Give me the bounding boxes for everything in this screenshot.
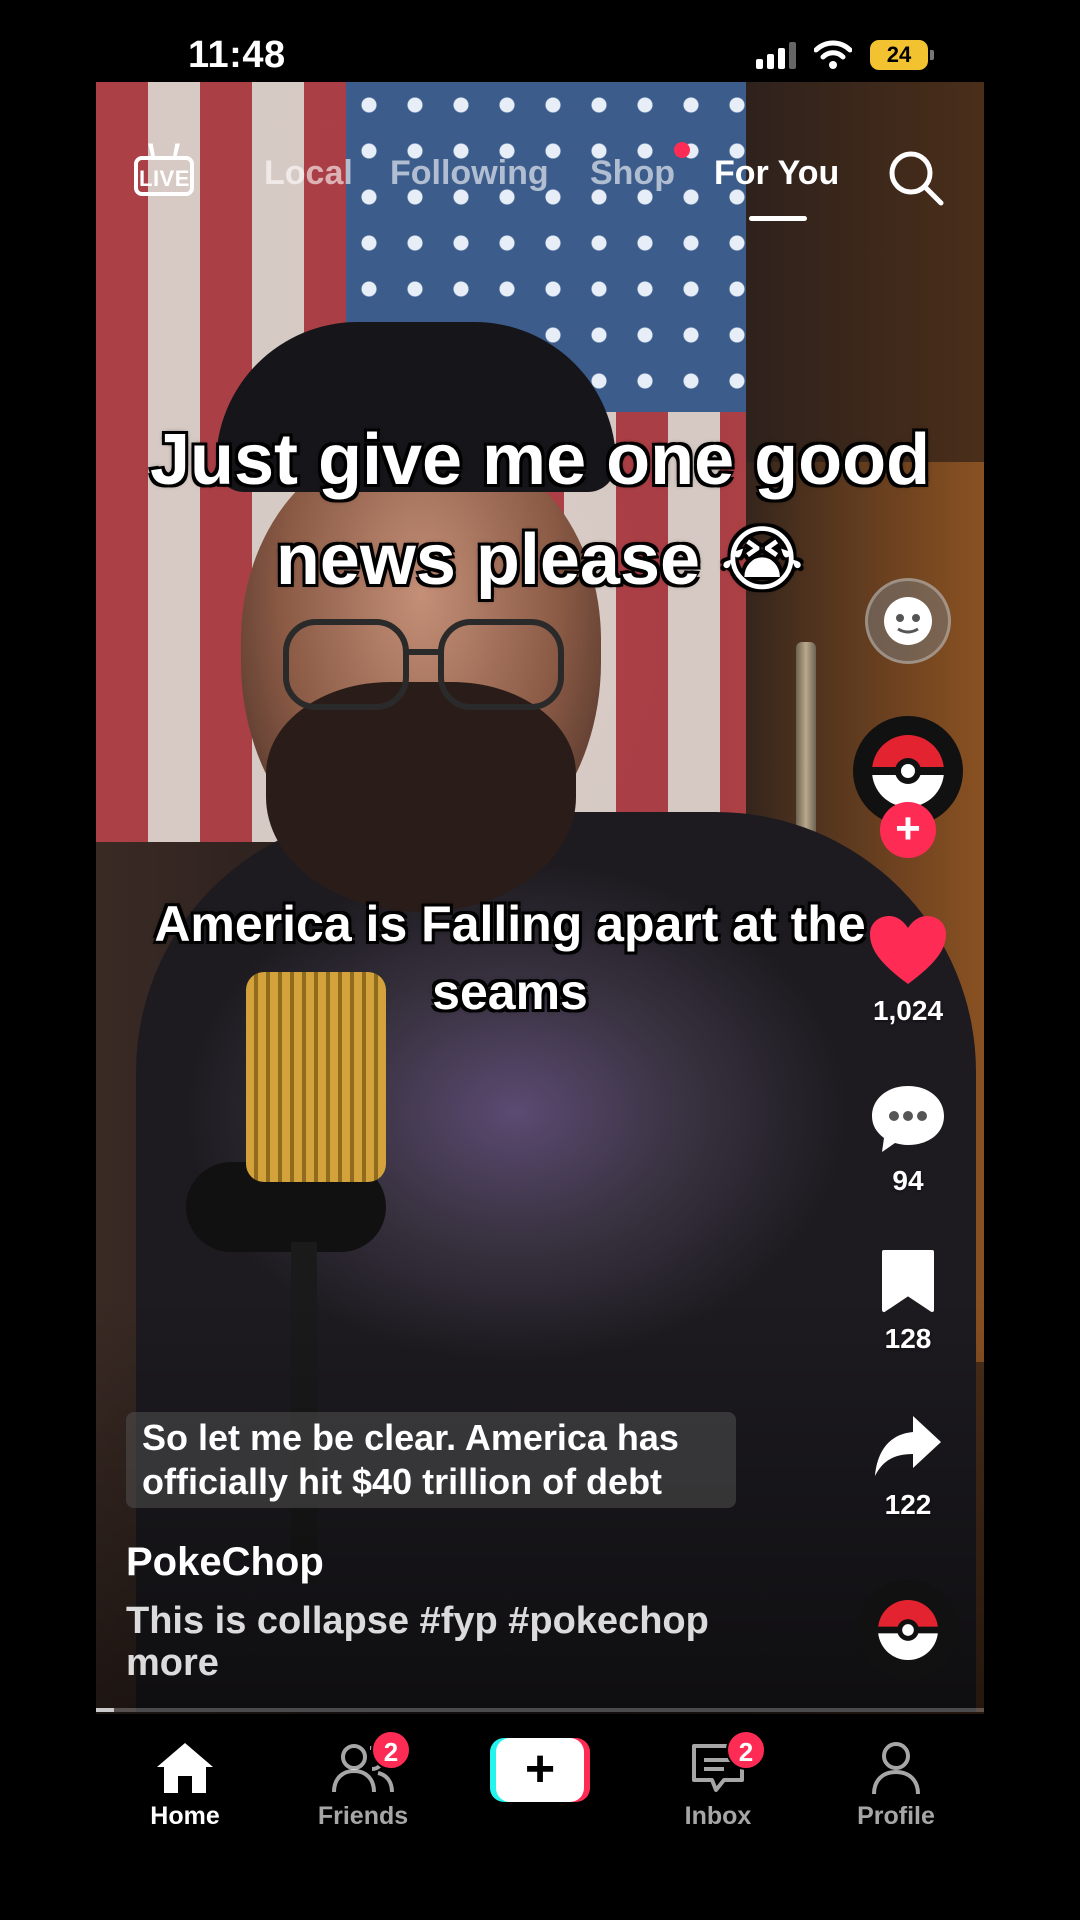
comment-icon [872,1086,944,1152]
bookmark-icon [882,1250,934,1312]
comment-button[interactable]: 94 [858,1082,958,1197]
more-link[interactable]: more [126,1642,766,1684]
creator-avatar-button[interactable]: + [853,716,963,858]
auto-subtitle: So let me be clear. America has official… [126,1412,736,1508]
video-description[interactable]: This is collapse #fyp #pokechop more [126,1600,766,1684]
description-text: This is collapse #fyp #pokechop [126,1600,709,1642]
save-count: 128 [884,1323,932,1354]
music-disc-icon [858,1580,958,1680]
tab-friends-label: Friends [317,1802,409,1830]
tab-inbox[interactable]: 2 Inbox [648,1730,788,1831]
live-icon[interactable]: LIVE [134,143,194,198]
search-icon[interactable] [886,148,946,208]
status-bar: 11:48 24 [0,0,1080,82]
sound-disc-button[interactable] [858,1580,958,1680]
tab-inbox-label: Inbox [684,1802,752,1830]
like-button[interactable]: 1,024 [858,914,958,1027]
home-icon [157,1743,213,1793]
create-button[interactable]: + [490,1738,590,1802]
tab-for-you[interactable]: For You [714,154,839,193]
tab-home-label: Home [150,1802,220,1830]
cellular-signal-icon [756,41,796,69]
video-caption-top: Just give me one good news please 😭 [149,420,931,600]
creator-username[interactable]: PokeChop [126,1540,324,1585]
status-icons: 24 [756,40,934,70]
battery-indicator: 24 [870,40,934,70]
share-count: 122 [884,1489,932,1520]
tab-local[interactable]: Local [264,154,353,193]
tab-profile-label: Profile [857,1802,935,1830]
plus-icon: + [496,1738,584,1802]
video-progress-bar[interactable] [96,1708,984,1712]
pokeball-icon [878,1600,938,1660]
bottom-tab-bar: Home 2 Friends + 2 Inbox Profile [0,1714,1080,1920]
top-nav: LIVE Local Following Shop For You [96,140,984,250]
tab-home[interactable]: Home [115,1740,255,1831]
wifi-icon [814,40,852,70]
tab-shop[interactable]: Shop [590,154,675,193]
heart-icon [870,916,946,984]
inbox-badge: 2 [726,1730,766,1770]
tab-profile[interactable]: Profile [826,1740,966,1831]
pokeball-icon [872,735,944,807]
effect-button[interactable] [858,578,958,664]
share-arrow-icon [875,1416,941,1476]
active-tab-indicator [749,216,807,221]
tab-following[interactable]: Following [390,154,549,193]
save-button[interactable]: 128 [858,1248,958,1355]
tab-friends[interactable]: 2 Friends [293,1730,433,1831]
like-count: 1,024 [872,995,944,1026]
share-button[interactable]: 122 [858,1412,958,1521]
comment-count: 94 [892,1165,924,1196]
status-time: 11:48 [188,34,286,76]
progress-fill [96,1708,114,1712]
profile-icon [872,1742,920,1795]
friends-badge: 2 [371,1730,411,1770]
shop-notification-dot [674,142,690,158]
follow-button[interactable]: + [880,802,936,858]
live-label: LIVE [139,166,190,191]
face-icon [865,578,951,664]
video-caption-middle: America is Falling apart at the seams [154,896,866,1020]
